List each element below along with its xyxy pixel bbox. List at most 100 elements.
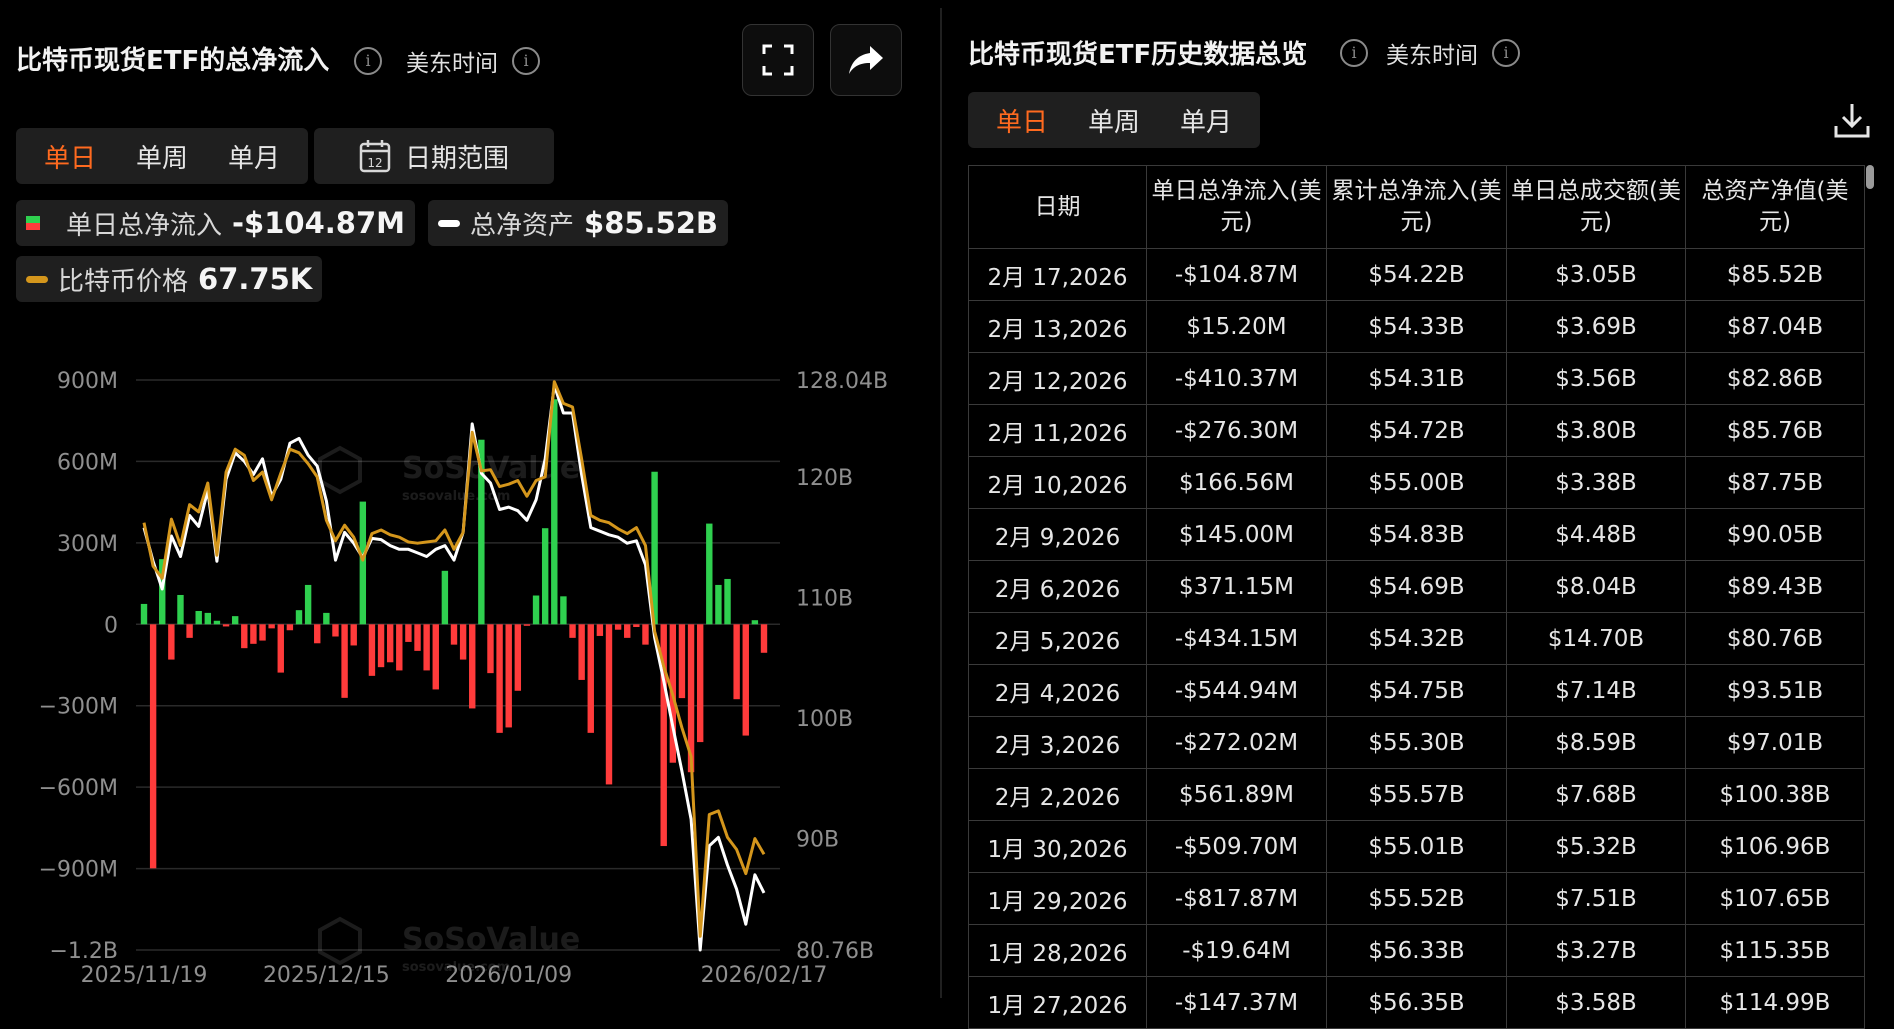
table-row[interactable]: 2月 5,2026 -$434.15M $54.32B $14.70B $80.76B [968,612,1865,665]
net-inflow-bar[interactable] [213,620,221,625]
net-inflow-bar[interactable] [624,624,631,638]
net-inflow-bar[interactable] [505,624,512,728]
net-inflow-bar[interactable] [405,624,412,642]
tab-weekly[interactable]: 单周 [1068,102,1160,139]
net-inflow-bar[interactable] [241,624,248,649]
net-inflow-bar[interactable] [423,624,430,671]
net-inflow-bar[interactable] [195,610,202,625]
info-icon[interactable]: i [1492,39,1520,67]
net-inflow-bar[interactable] [614,624,622,630]
net-inflow-bar[interactable] [386,624,394,663]
table-row[interactable]: 2月 9,2026 $145.00M $54.83B $4.48B $90.05B [968,508,1865,561]
net-inflow-bar[interactable] [304,584,312,625]
tab-daily[interactable]: 单日 [24,138,116,175]
net-inflow-bar[interactable] [733,624,740,700]
net-inflow-bar[interactable] [715,584,722,625]
net-inflow-bar[interactable] [760,624,768,653]
info-icon[interactable]: i [512,47,540,75]
net-inflow-bar[interactable] [706,523,713,625]
net-inflow-bar[interactable] [560,596,567,625]
net-inflow-bar[interactable] [314,624,321,644]
net-inflow-bar[interactable] [222,624,230,627]
net-inflow-bar[interactable] [286,624,294,631]
net-inflow-bar[interactable] [432,624,439,690]
net-inflow-bar[interactable] [231,616,239,625]
tab-monthly[interactable]: 单月 [1160,102,1252,139]
tab-daily[interactable]: 单日 [976,102,1068,139]
net-inflow-bar[interactable] [396,624,403,671]
column-header-daily-value-traded[interactable]: 单日总成交额(美元) [1506,165,1686,249]
net-inflow-bar[interactable] [532,595,540,625]
table-row[interactable]: 2月 3,2026 -$272.02M $55.30B $8.59B $97.01B [968,716,1865,769]
net-inflow-bar[interactable] [469,624,476,709]
table-row[interactable]: 1月 28,2026 -$19.64M $56.33B $3.27B $115.35B [968,924,1865,977]
net-inflow-bar[interactable] [268,624,275,629]
net-inflow-bar[interactable] [168,624,175,660]
net-inflow-bar[interactable] [459,624,467,660]
net-inflow-bar[interactable] [587,624,594,733]
net-inflow-bar[interactable] [368,624,376,676]
net-inflow-bar[interactable] [578,624,585,680]
tab-monthly[interactable]: 单月 [208,138,300,175]
net-inflow-bar[interactable] [359,501,367,625]
net-inflow-bar[interactable] [541,528,549,625]
net-inflow-bar[interactable] [496,624,503,733]
net-inflow-bar[interactable] [742,624,749,736]
net-inflow-bar[interactable] [186,624,193,638]
table-row[interactable]: 1月 27,2026 -$147.37M $56.35B $3.58B $114.99B [968,976,1865,1029]
net-inflow-bar[interactable] [332,624,339,637]
net-inflow-bar[interactable] [323,612,330,625]
net-inflow-bar[interactable] [204,612,212,625]
net-inflow-bar[interactable] [678,624,686,699]
net-inflow-bar[interactable] [277,624,284,673]
table-row[interactable]: 2月 4,2026 -$544.94M $54.75B $7.14B $93.51B [968,664,1865,717]
net-inflow-bar[interactable] [514,624,522,691]
net-inflow-bar[interactable] [751,620,759,625]
table-row[interactable]: 2月 10,2026 $166.56M $55.00B $3.38B $87.75B [968,456,1865,509]
net-inflow-bar[interactable] [633,624,640,627]
net-inflow-bar[interactable] [487,624,494,674]
table-row[interactable]: 1月 30,2026 -$509.70M $55.01B $5.32B $106.96B [968,820,1865,873]
table-row[interactable]: 2月 17,2026 -$104.87M $54.22B $3.05B $85.52B [968,248,1865,301]
net-inflow-bar[interactable] [295,610,303,625]
net-inflow-bar[interactable] [696,624,704,743]
cell-daily-net-inflow: -$410.37M [1146,352,1327,405]
date-range-button[interactable]: 12 日期范围 [314,128,554,184]
column-header-daily-net-inflow[interactable]: 单日总净流入(美元) [1146,165,1327,249]
net-inflow-bar[interactable] [140,603,148,625]
table-scrollbar[interactable] [1866,165,1874,189]
net-inflow-bar[interactable] [523,624,531,626]
net-inflow-bar[interactable] [569,624,576,638]
net-inflow-bar[interactable] [250,624,257,644]
net-inflow-bar[interactable] [350,624,357,646]
column-header-total-net-assets[interactable]: 总资产净值(美元) [1685,165,1865,249]
tab-weekly[interactable]: 单周 [116,138,208,175]
table-row[interactable]: 2月 6,2026 $371.15M $54.69B $8.04B $89.43B [968,560,1865,613]
net-inflow-bar[interactable] [605,624,613,785]
table-row[interactable]: 2月 12,2026 -$410.37M $54.31B $3.56B $82.86B [968,352,1865,405]
table-row[interactable]: 1月 29,2026 -$817.87M $55.52B $7.51B $107.65B [968,872,1865,925]
net-inflow-bar[interactable] [450,624,458,645]
net-inflow-bar[interactable] [551,399,558,625]
column-header-cumulative-net-inflow[interactable]: 累计总净流入(美元) [1326,165,1507,249]
net-inflow-bar[interactable] [596,624,604,636]
net-inflow-bar[interactable] [149,624,157,869]
column-header-date[interactable]: 日期 [968,165,1147,249]
info-icon[interactable]: i [354,47,382,75]
net-inflow-bar[interactable] [441,570,449,625]
download-button[interactable] [1832,100,1872,140]
net-inflow-bar[interactable] [341,624,348,698]
net-inflow-bar[interactable] [259,624,266,641]
fullscreen-button[interactable] [742,24,814,96]
net-inflow-bar[interactable] [414,624,421,651]
table-row[interactable]: 2月 2,2026 $561.89M $55.57B $7.68B $100.38B [968,768,1865,821]
table-row[interactable]: 2月 13,2026 $15.20M $54.33B $3.69B $87.04B [968,300,1865,353]
net-inflow-bar[interactable] [177,594,184,625]
net-inflow-bar[interactable] [377,624,385,668]
info-icon[interactable]: i [1340,39,1368,67]
net-inflow-chart[interactable]: SoSoValue sosovalue.com SoSoValue sosova… [0,350,930,998]
net-inflow-bar[interactable] [642,624,649,645]
net-inflow-bar[interactable] [724,578,731,625]
table-row[interactable]: 2月 11,2026 -$276.30M $54.72B $3.80B $85.76B [968,404,1865,457]
share-button[interactable] [830,24,902,96]
